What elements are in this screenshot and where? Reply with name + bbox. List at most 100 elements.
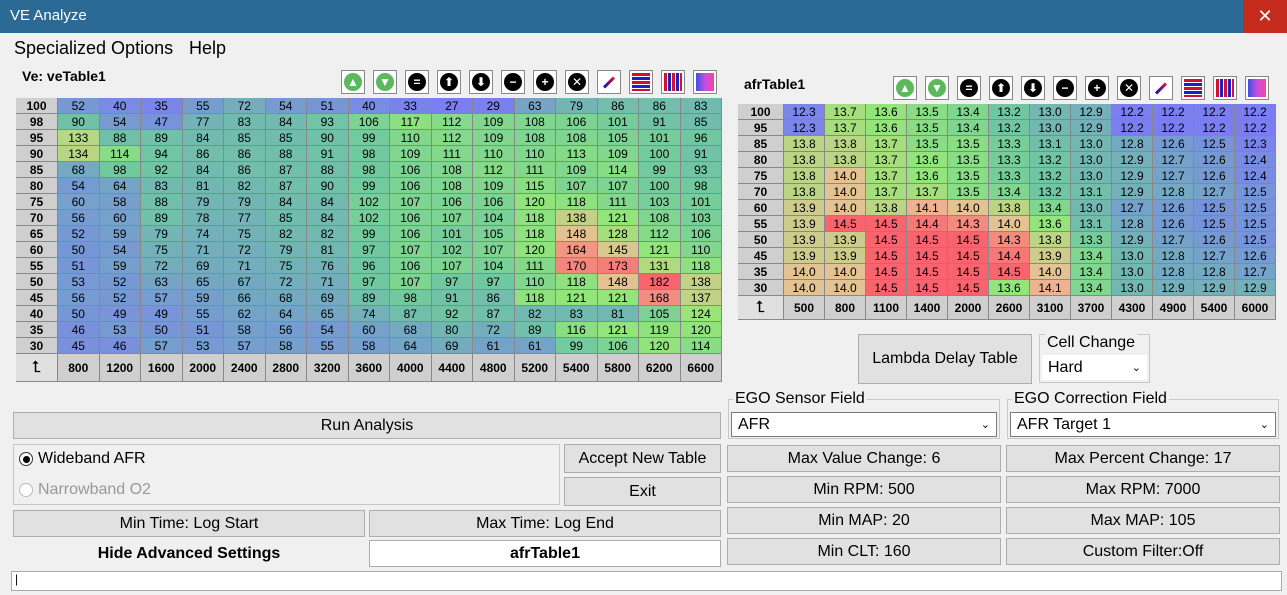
table-cell[interactable]: 13.6 (989, 280, 1030, 296)
table-cell[interactable]: 14.5 (907, 280, 948, 296)
table-cell[interactable]: 40 (348, 98, 390, 114)
table-cell[interactable]: 96 (348, 258, 390, 274)
interpolate-button[interactable] (1149, 76, 1173, 100)
table-cell[interactable]: 85 (224, 130, 266, 146)
table-cell[interactable]: 120 (639, 338, 681, 354)
table-cell[interactable]: 49 (99, 306, 141, 322)
table-cell[interactable]: 107 (390, 274, 432, 290)
decrement-button[interactable]: ▼ (925, 76, 949, 100)
lambda-delay-table-button[interactable]: Lambda Delay Table (858, 334, 1032, 384)
table-cell[interactable]: 101 (639, 130, 681, 146)
table-cell[interactable]: 12.8 (1194, 264, 1235, 280)
minus-button[interactable]: − (1053, 76, 1077, 100)
smooth-button[interactable] (693, 70, 717, 94)
table-cell[interactable]: 107 (390, 194, 432, 210)
table-cell[interactable]: 58 (99, 194, 141, 210)
table-cell[interactable]: 46 (99, 338, 141, 354)
table-cell[interactable]: 109 (473, 178, 515, 194)
table-cell[interactable]: 79 (556, 98, 598, 114)
table-cell[interactable]: 13.6 (907, 168, 948, 184)
narrowband-o2-radio[interactable]: Narrowband O2 (19, 481, 151, 499)
table-cell[interactable]: 13.0 (1071, 136, 1112, 152)
table-cell[interactable]: 110 (514, 274, 556, 290)
table-cell[interactable]: 14.5 (866, 280, 907, 296)
table-cell[interactable]: 12.9 (1194, 280, 1235, 296)
table-cell[interactable]: 106 (390, 162, 432, 178)
table-cell[interactable]: 12.6 (1153, 200, 1194, 216)
table-cell[interactable]: 12.7 (1194, 184, 1235, 200)
table-cell[interactable]: 98 (680, 178, 722, 194)
table-cell[interactable]: 13.8 (1030, 232, 1071, 248)
table-cell[interactable]: 72 (265, 274, 307, 290)
hide-advanced-settings-button[interactable]: Hide Advanced Settings (13, 540, 365, 567)
table-cell[interactable]: 121 (597, 210, 639, 226)
table-cell[interactable]: 107 (473, 242, 515, 258)
table-cell[interactable]: 13.9 (1030, 248, 1071, 264)
table-cell[interactable]: 13.9 (784, 232, 825, 248)
table-cell[interactable]: 13.6 (907, 152, 948, 168)
table-cell[interactable]: 47 (141, 114, 183, 130)
table-cell[interactable]: 111 (514, 258, 556, 274)
table-cell[interactable]: 13.3 (989, 152, 1030, 168)
table-cell[interactable]: 82 (265, 226, 307, 242)
multiply-button[interactable]: ✕ (565, 70, 589, 94)
table-cell[interactable]: 110 (473, 146, 515, 162)
table-cell[interactable]: 13.0 (1112, 280, 1153, 296)
table-cell[interactable]: 79 (224, 194, 266, 210)
accept-new-table-button[interactable]: Accept New Table (564, 444, 721, 473)
wideband-afr-radio[interactable]: Wideband AFR (19, 450, 146, 468)
table-cell[interactable]: 12.4 (1235, 168, 1276, 184)
table-cell[interactable]: 13.2 (1030, 184, 1071, 200)
table-cell[interactable]: 173 (597, 258, 639, 274)
table-cell[interactable]: 107 (390, 242, 432, 258)
table-cell[interactable]: 29 (473, 98, 515, 114)
table-cell[interactable]: 40 (99, 98, 141, 114)
table-cell[interactable]: 102 (348, 194, 390, 210)
table-cell[interactable]: 13.0 (1030, 120, 1071, 136)
table-cell[interactable]: 114 (597, 162, 639, 178)
table-cell[interactable]: 109 (556, 162, 598, 178)
max-value-change-button[interactable]: Max Value Change: 6 (727, 445, 1001, 472)
table-cell[interactable]: 51 (182, 322, 224, 338)
table-cell[interactable]: 90 (58, 114, 100, 130)
table-cell[interactable]: 12.8 (1153, 248, 1194, 264)
table-cell[interactable]: 106 (390, 178, 432, 194)
table-cell[interactable]: 114 (99, 146, 141, 162)
max-percent-change-button[interactable]: Max Percent Change: 17 (1006, 445, 1280, 472)
table-cell[interactable]: 14.0 (825, 280, 866, 296)
table-cell[interactable]: 52 (58, 226, 100, 242)
table-cell[interactable]: 59 (99, 226, 141, 242)
table-cell[interactable]: 57 (141, 290, 183, 306)
table-cell[interactable]: 88 (265, 146, 307, 162)
table-cell[interactable]: 74 (182, 226, 224, 242)
table-cell[interactable]: 54 (265, 98, 307, 114)
table-cell[interactable]: 66 (224, 290, 266, 306)
table-cell[interactable]: 13.7 (825, 120, 866, 136)
table-cell[interactable]: 80 (431, 322, 473, 338)
table-cell[interactable]: 137 (680, 290, 722, 306)
table-cell[interactable]: 121 (597, 322, 639, 338)
table-cell[interactable]: 12.2 (1235, 104, 1276, 120)
table-cell[interactable]: 53 (58, 274, 100, 290)
table-cell[interactable]: 46 (58, 322, 100, 338)
table-cell[interactable]: 77 (182, 114, 224, 130)
table-cell[interactable]: 12.6 (1194, 168, 1235, 184)
table-cell[interactable]: 107 (431, 258, 473, 274)
table-cell[interactable]: 131 (639, 258, 681, 274)
table-cell[interactable]: 81 (597, 306, 639, 322)
table-cell[interactable]: 13.3 (989, 136, 1030, 152)
table-cell[interactable]: 12.8 (1112, 136, 1153, 152)
table-cell[interactable]: 83 (680, 98, 722, 114)
table-cell[interactable]: 13.7 (866, 168, 907, 184)
table-cell[interactable]: 12.7 (1194, 248, 1235, 264)
table-cell[interactable]: 14.5 (907, 264, 948, 280)
table-cell[interactable]: 12.9 (1112, 152, 1153, 168)
table-cell[interactable]: 88 (99, 130, 141, 146)
table-cell[interactable]: 12.8 (1153, 264, 1194, 280)
table-cell[interactable]: 89 (141, 210, 183, 226)
table-cell[interactable]: 13.7 (907, 184, 948, 200)
table-cell[interactable]: 98 (348, 162, 390, 178)
table-cell[interactable]: 99 (348, 130, 390, 146)
table-cell[interactable]: 13.0 (1112, 264, 1153, 280)
table-cell[interactable]: 85 (680, 114, 722, 130)
